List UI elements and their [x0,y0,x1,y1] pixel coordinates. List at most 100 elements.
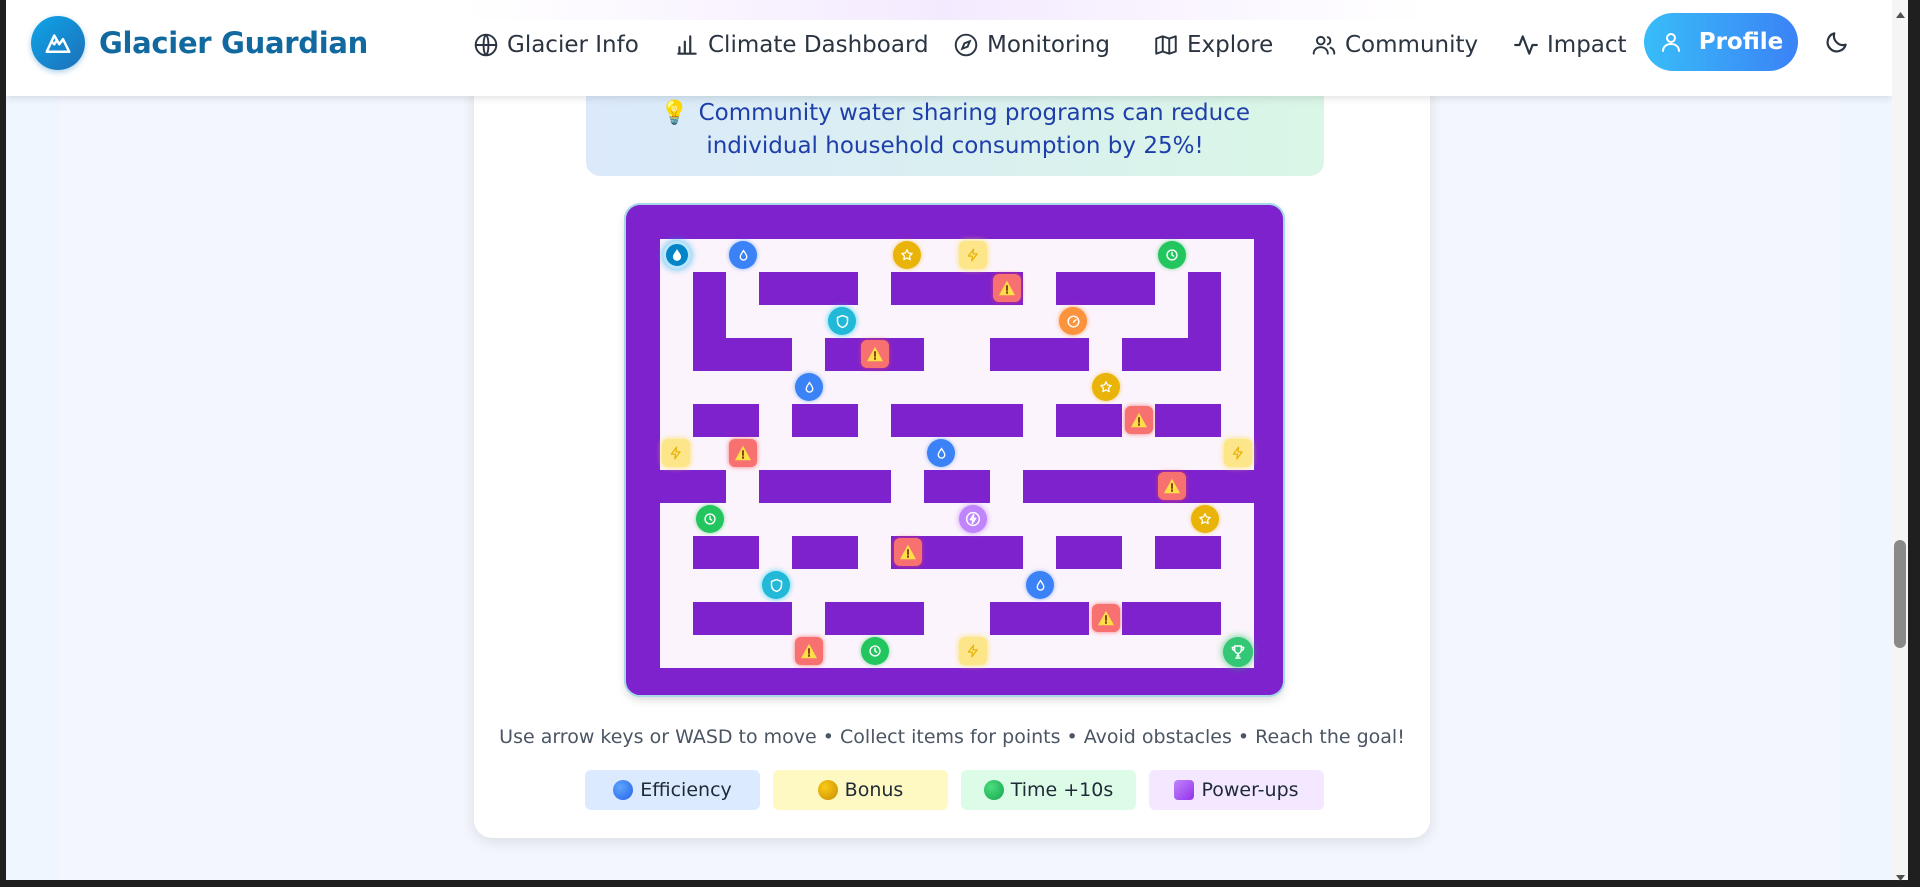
bonus-star [1191,505,1219,533]
maze-wall [1122,338,1221,371]
obstacle-warning [993,274,1021,302]
mountain-icon [31,16,85,70]
legend-time: Time +10s [961,770,1136,810]
maze-wall [1056,536,1122,569]
goal-trophy [1223,637,1253,667]
warning-icon [801,643,817,659]
warning-icon [735,445,751,461]
time-swatch [983,780,1004,800]
maze-wall [693,536,759,569]
droplet-icon [739,248,747,261]
star-icon [1199,513,1211,525]
maze-wall [1056,404,1122,437]
maze-wall [825,602,924,635]
scrollbar-thumb[interactable] [1894,540,1906,648]
maze-wall [1155,536,1221,569]
obstacle-warning [729,439,757,467]
user-icon [1661,33,1680,52]
nav-label: Climate Dashboard [708,32,929,58]
efficiency-droplet [795,373,823,401]
warning-icon [1131,412,1147,428]
legend-label: Power-ups [1201,779,1299,801]
maze-wall [1056,272,1155,305]
maze-wall [1023,470,1254,503]
warning-icon [1164,478,1180,494]
maze-wall [759,272,858,305]
maze-wall [891,404,1023,437]
maze-wall [693,272,726,338]
nav-community[interactable]: Community [1311,27,1478,63]
legend-label: Efficiency [640,779,732,801]
top-navbar: Glacier Guardian Glacier Info Climate Da… [6,0,1892,96]
tip-text: Community water sharing programs can red… [698,100,1251,159]
window-edge [1908,0,1920,887]
bonus-star [1092,373,1120,401]
bar-chart-icon [677,35,697,55]
legend-label: Time +10s [1010,779,1114,801]
bonus-swatch [817,780,838,800]
nav-impact[interactable]: Impact [1513,27,1627,63]
time-bonus-clock [1158,241,1186,269]
droplet-icon [672,249,682,261]
maze-wall [693,404,759,437]
efficiency-droplet [729,241,757,269]
warning-icon [1098,610,1114,626]
nav-label: Impact [1547,32,1627,58]
nav-glacier-info[interactable]: Glacier Info [473,27,639,63]
maze-wall [759,470,891,503]
bonus-star [893,241,921,269]
nav-label: Monitoring [987,32,1110,58]
lightning-bolt [1224,439,1252,467]
droplet-icon [1036,578,1044,591]
scroll-down-arrow-icon[interactable] [1896,866,1905,885]
obstacle-warning [861,340,889,368]
maze-wall [1188,272,1221,338]
shield-powerup [762,571,790,599]
obstacle-warning [1092,604,1120,632]
trophy-icon [1231,645,1245,659]
navbar-glow [466,0,1426,20]
lightbulb-icon: 💡 [659,100,689,126]
nav-explore[interactable]: Explore [1153,27,1273,63]
clock-icon [704,513,716,525]
obstacle-warning [1125,406,1153,434]
lightning-icon [967,644,978,658]
maze-wall [924,470,990,503]
maze-wall [660,470,726,503]
time-bonus-clock [696,505,724,533]
powerup-swatch [1174,780,1195,800]
users-icon [1312,35,1336,55]
brand[interactable]: Glacier Guardian [31,16,368,70]
nav-monitoring[interactable]: Monitoring [953,27,1110,63]
nav-label: Glacier Info [507,32,639,58]
obstacle-warning [894,538,922,566]
clock-icon [1166,249,1178,261]
star-icon [1100,381,1112,393]
obstacle-warning [1158,472,1186,500]
lightning-icon [670,446,681,460]
warning-icon [867,346,883,362]
lightning-bolt [959,637,987,665]
maze-wall [693,338,792,371]
maze-wall [1155,404,1221,437]
speed-powerup [1059,307,1087,335]
maze-wall [792,404,858,437]
brand-name: Glacier Guardian [99,26,368,60]
lightning-icon [1232,446,1243,460]
legend-powerups: Power-ups [1149,770,1324,810]
profile-button[interactable]: Profile [1644,13,1798,71]
droplet-icon [805,380,813,393]
nav-climate-dashboard[interactable]: Climate Dashboard [674,27,929,63]
droplet-icon [937,446,945,459]
scroll-up-arrow-icon[interactable] [1896,3,1905,22]
efficiency-droplet [927,439,955,467]
obstacle-warning [795,637,823,665]
page-scrollbar[interactable] [1892,0,1908,880]
efficiency-droplet [1026,571,1054,599]
tip-text-wrapper: 💡 Community water sharing programs can re… [626,97,1284,163]
moon-icon [1826,32,1847,53]
gauge-icon [1066,314,1080,328]
theme-toggle-button[interactable] [1824,29,1850,59]
compass-icon [954,33,978,57]
shield-icon [770,578,782,592]
